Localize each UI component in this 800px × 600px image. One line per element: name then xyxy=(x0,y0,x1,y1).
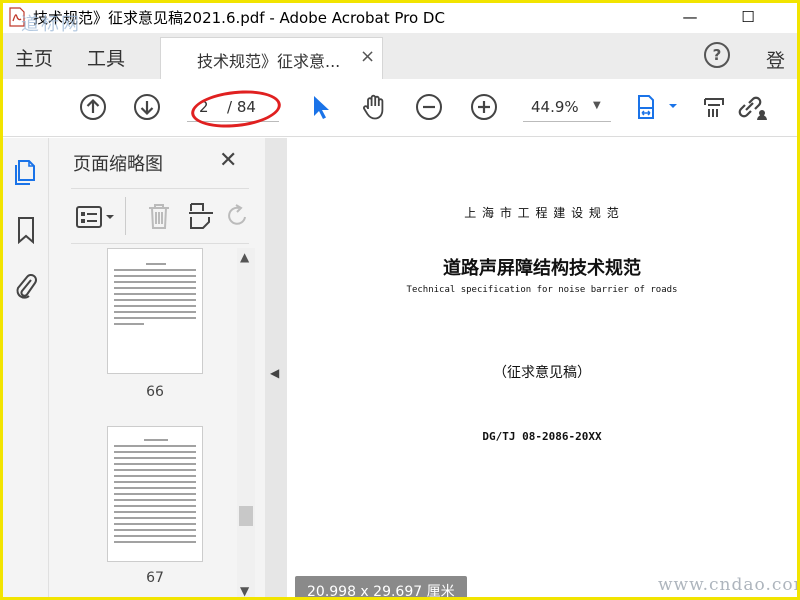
scroll-down-icon[interactable]: ▼ xyxy=(240,584,249,597)
page-thumbnail[interactable] xyxy=(107,248,203,374)
collapse-left-icon[interactable]: ◀ xyxy=(270,366,279,380)
arrow-up-circle-icon[interactable] xyxy=(79,93,107,121)
doc-status: （征求意见稿） xyxy=(493,365,591,381)
page-thumbnail[interactable] xyxy=(107,426,203,562)
divider xyxy=(125,197,126,235)
panel-collapse-strip[interactable]: ◀ xyxy=(265,138,287,597)
thumbnail-page-label: 66 xyxy=(146,384,164,400)
options-menu-icon[interactable] xyxy=(75,205,119,229)
close-icon[interactable]: ✕ xyxy=(219,148,237,173)
rotate-icon[interactable] xyxy=(227,203,249,229)
scroll-up-icon[interactable]: ▲ xyxy=(240,250,249,264)
zoom-value: 44.9% xyxy=(531,98,579,116)
extract-page-icon[interactable] xyxy=(187,201,215,231)
left-rail xyxy=(3,138,49,597)
document-tab-label: 技术规范》征求意... xyxy=(197,52,341,71)
toolbar: 2 / 84 44.9% ▼ xyxy=(3,79,797,137)
title-bar: 技术规范》征求意见稿2021.6.pdf - Adobe Acrobat Pro… xyxy=(3,3,797,35)
link-icon[interactable] xyxy=(734,93,768,121)
trash-icon[interactable] xyxy=(145,201,173,231)
minimize-button[interactable]: — xyxy=(667,3,713,33)
paperclip-icon[interactable] xyxy=(13,272,39,300)
arrow-down-circle-icon[interactable] xyxy=(133,93,161,121)
minus-circle-icon[interactable] xyxy=(415,93,443,121)
bookmark-icon[interactable] xyxy=(13,216,39,244)
close-tab-icon[interactable]: × xyxy=(360,46,375,67)
fit-page-icon[interactable] xyxy=(636,93,680,121)
doc-title-en: Technical specification for noise barrie… xyxy=(406,285,678,295)
thumbnail-panel: 页面缩略图 ✕ 66 67 ▲ ▼ xyxy=(49,138,265,597)
tools-tab[interactable]: 工具 xyxy=(87,44,125,71)
page-size-badge: 20.998 x 29.697 厘米 xyxy=(295,576,467,597)
page-thumbnails-icon[interactable] xyxy=(13,158,39,186)
window-title: 技术规范》征求意见稿2021.6.pdf - Adobe Acrobat Pro… xyxy=(33,9,445,27)
thumbnail-page-label: 67 xyxy=(146,570,164,586)
thumbnail-list[interactable]: 66 67 xyxy=(71,248,237,597)
thumbnail-scrollbar[interactable]: ▲ ▼ xyxy=(237,248,255,597)
document-view[interactable]: 上 海 市 工 程 建 设 规 范 道路声屏障结构技术规范 Technical … xyxy=(287,138,797,597)
cursor-arrow-icon[interactable] xyxy=(307,93,335,121)
panel-toolbar xyxy=(71,188,249,244)
panel-title: 页面缩略图 xyxy=(73,154,163,175)
doc-title-cn: 道路声屏障结构技术规范 xyxy=(443,258,641,279)
document-tab[interactable]: 技术规范》征求意... × xyxy=(160,37,383,79)
document-page: 上 海 市 工 程 建 设 规 范 道路声屏障结构技术规范 Technical … xyxy=(287,138,797,597)
doc-issuer: 上 海 市 工 程 建 设 规 范 xyxy=(464,206,620,220)
help-icon[interactable]: ? xyxy=(704,42,730,68)
app-window: 技术规范》征求意见稿2021.6.pdf - Adobe Acrobat Pro… xyxy=(0,0,800,600)
chevron-down-icon: ▼ xyxy=(593,100,601,111)
zoom-dropdown[interactable]: 44.9% ▼ xyxy=(523,94,611,122)
scrollbar-thumb[interactable] xyxy=(239,506,253,526)
hand-icon[interactable] xyxy=(360,93,388,121)
doc-code: DG/TJ 08-2086-20XX xyxy=(482,430,602,443)
scan-icon[interactable] xyxy=(703,93,725,121)
maximize-button[interactable]: ☐ xyxy=(725,3,771,33)
watermark-bottom: www.cndao.com xyxy=(658,575,800,595)
home-tab[interactable]: 主页 xyxy=(15,44,53,71)
menu-bar: 主页 工具 技术规范》征求意... × ? 登录 xyxy=(3,33,797,99)
plus-circle-icon[interactable] xyxy=(470,93,498,121)
